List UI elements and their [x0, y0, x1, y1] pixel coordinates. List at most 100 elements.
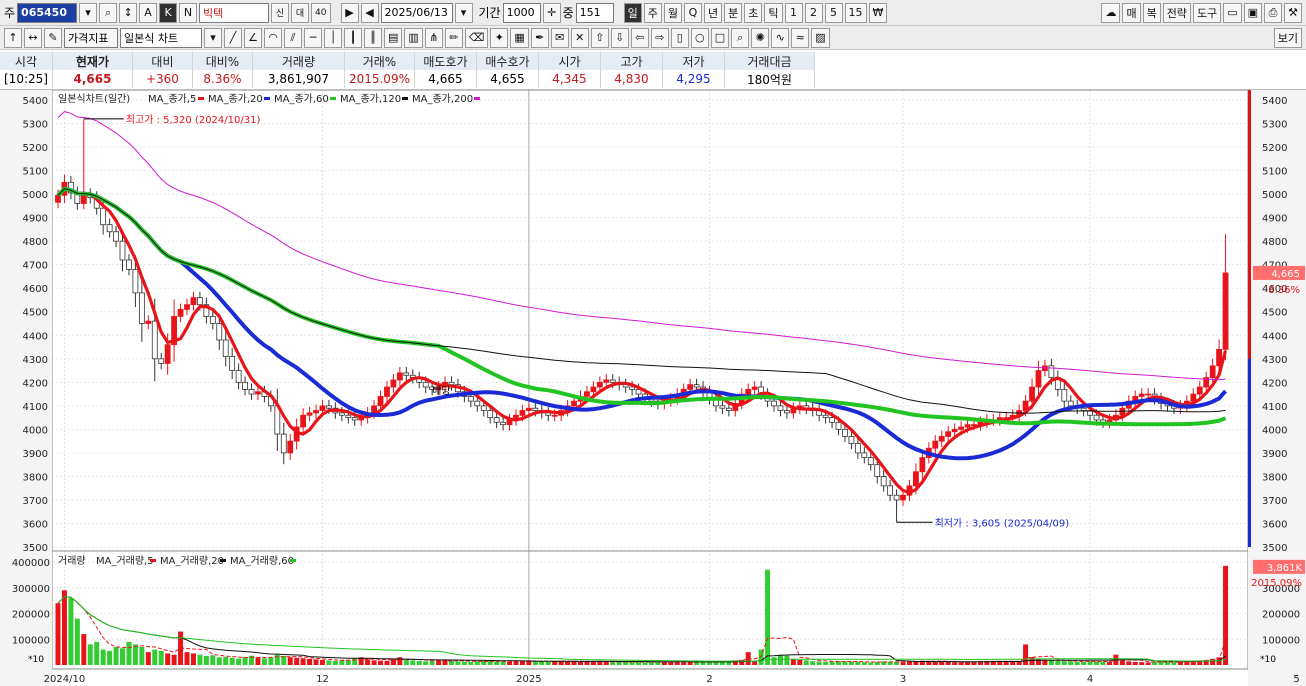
interval-11[interactable]: 15 [844, 2, 867, 23]
interval-4[interactable]: 년 [704, 2, 723, 23]
price-tick-right-8: 4300 [1262, 355, 1287, 366]
note-icon[interactable]: ✉ [550, 27, 569, 48]
badge-margin[interactable]: 40 [311, 2, 331, 23]
doc-icon[interactable]: ▯ [670, 27, 689, 48]
arrow-both-icon[interactable]: ↔ [24, 27, 42, 48]
period-input[interactable]: 1000 [502, 2, 541, 23]
square-color-icon[interactable]: ▦ [510, 27, 529, 48]
cloud-icon[interactable]: ☁ [1101, 2, 1121, 23]
pencil-icon[interactable]: ✏ [444, 27, 463, 48]
play-left-icon[interactable]: ◀ [360, 2, 379, 23]
wrench-icon[interactable]: ⚒ [1284, 2, 1302, 23]
arrow-up-icon[interactable]: ↑ [4, 27, 22, 48]
price-tick-right-5: 4000 [1262, 425, 1287, 436]
volume-bar-58 [429, 661, 435, 665]
interval-6[interactable]: 초 [744, 2, 763, 23]
save-icon[interactable]: ▣ [1243, 2, 1262, 23]
tools-button[interactable]: 도구 [1192, 2, 1222, 23]
fan-icon[interactable]: ⫽ [284, 27, 302, 48]
volume-legend-ma-0: MA_거래량,5 [96, 555, 154, 567]
x-label-5: 4 [1087, 674, 1093, 685]
interval-1[interactable]: 주 [643, 2, 662, 23]
interval-3[interactable]: Q [684, 2, 703, 23]
settings-icon[interactable]: ✺ [751, 27, 770, 48]
badge-new[interactable]: 신 [271, 2, 290, 23]
stock-chart[interactable]: 3500 3500 3600 3600 3700 3700 3800 3800 3900 3900… [0, 90, 1306, 686]
folder-icon[interactable]: ▭ [1223, 2, 1242, 23]
price-indicator-button[interactable]: 가격지표 [64, 27, 118, 48]
multi-button[interactable]: 복 [1142, 2, 1161, 23]
strategy-button[interactable]: 전략 [1162, 2, 1191, 23]
view-button[interactable]: 보기 [1273, 27, 1302, 48]
candle-body-8 [106, 224, 113, 233]
interval-5[interactable]: 분 [724, 2, 743, 23]
wave2-icon[interactable]: ≈ [791, 27, 810, 48]
square-icon[interactable]: □ [710, 27, 730, 48]
price-tick-left-5: 4000 [23, 425, 48, 436]
candle-body-38 [300, 414, 307, 428]
bars-icon[interactable]: ▥ [404, 27, 423, 48]
candle-body-122 [842, 428, 848, 437]
interval-0[interactable]: 일 [623, 2, 642, 23]
wave1-icon[interactable]: ∿ [771, 27, 790, 48]
chart-type-select[interactable]: 일본식 차트 [120, 27, 202, 48]
candle-body-83 [590, 386, 597, 393]
vline-icon[interactable]: │ [324, 27, 342, 48]
calendar-dropdown-button[interactable]: ▾ [454, 2, 473, 23]
fork-icon[interactable]: ⋔ [424, 27, 443, 48]
print-icon[interactable]: ⎙ [1264, 2, 1282, 23]
zoom-icon[interactable]: ⌕ [731, 27, 750, 48]
volume-bar-81 [577, 661, 583, 665]
price-legend-ma-2: MA_종가,60 [274, 93, 329, 105]
n-button[interactable]: N [179, 2, 198, 23]
badge-loan[interactable]: 대 [291, 2, 310, 23]
candle-body-15 [151, 320, 158, 360]
interval-2[interactable]: 월 [663, 2, 683, 23]
crosshair-icon[interactable]: ✛ [542, 2, 561, 23]
quote-value-row: [10:25] 4,665 +360 8.36% 3,861,907 2015.09% 4,… [0, 70, 815, 88]
stock-name-field[interactable]: 빅텍 [199, 2, 270, 23]
up-icon[interactable]: ⇧ [590, 27, 609, 48]
volume-bar-11 [126, 641, 132, 665]
right-icon[interactable]: ⇨ [650, 27, 669, 48]
down-icon[interactable]: ⇩ [610, 27, 629, 48]
candle-body-111 [771, 400, 777, 407]
volume-bar-8 [107, 650, 113, 665]
brush-icon[interactable]: ✒ [530, 27, 549, 48]
candle-body-181 [1222, 272, 1229, 350]
edit-icon[interactable]: ✎ [44, 27, 62, 48]
interval-7[interactable]: 틱 [764, 2, 783, 23]
k-button[interactable]: K [159, 2, 178, 23]
date-field[interactable]: 2025/06/13 [380, 2, 453, 23]
hline-icon[interactable]: ─ [304, 27, 322, 48]
line-icon[interactable]: ╱ [224, 27, 242, 48]
img-icon[interactable]: ▨ [811, 27, 830, 48]
play-right-icon[interactable]: ▶ [340, 2, 359, 23]
sort-icon[interactable]: ↕ [119, 2, 138, 23]
candle-body-64 [467, 396, 474, 402]
stock-code-input[interactable]: 065450 [17, 2, 78, 23]
search-icon[interactable]: ⌕ [99, 2, 118, 23]
a-button[interactable]: A [139, 2, 158, 23]
interval-10[interactable]: 5 [824, 2, 843, 23]
table-icon[interactable]: ▤ [384, 27, 403, 48]
angle-icon[interactable]: ∠ [244, 27, 262, 48]
eraser-icon[interactable]: ⌫ [464, 27, 489, 48]
price-tick-right-17: 5200 [1262, 143, 1287, 154]
arc-icon[interactable]: ◠ [264, 27, 282, 48]
count-input[interactable]: 151 [575, 2, 614, 23]
left-icon[interactable]: ⇦ [630, 27, 649, 48]
magic-icon[interactable]: ✦ [490, 27, 509, 48]
code-dropdown-button[interactable]: ▾ [79, 2, 98, 23]
chart-type-dropdown[interactable]: ▾ [204, 27, 222, 48]
volume-bar-117 [810, 661, 816, 665]
interval-8[interactable]: 1 [784, 2, 803, 23]
cross-icon[interactable]: ✕ [570, 27, 589, 48]
grid1-icon[interactable]: ┃ [344, 27, 362, 48]
trade-button[interactable]: 매 [1122, 2, 1141, 23]
grid2-icon[interactable]: ║ [364, 27, 382, 48]
interval-9[interactable]: 2 [804, 2, 823, 23]
circle-icon[interactable]: ○ [690, 27, 709, 48]
volume-bar-40 [313, 659, 319, 665]
currency-icon[interactable]: ₩ [868, 2, 888, 23]
